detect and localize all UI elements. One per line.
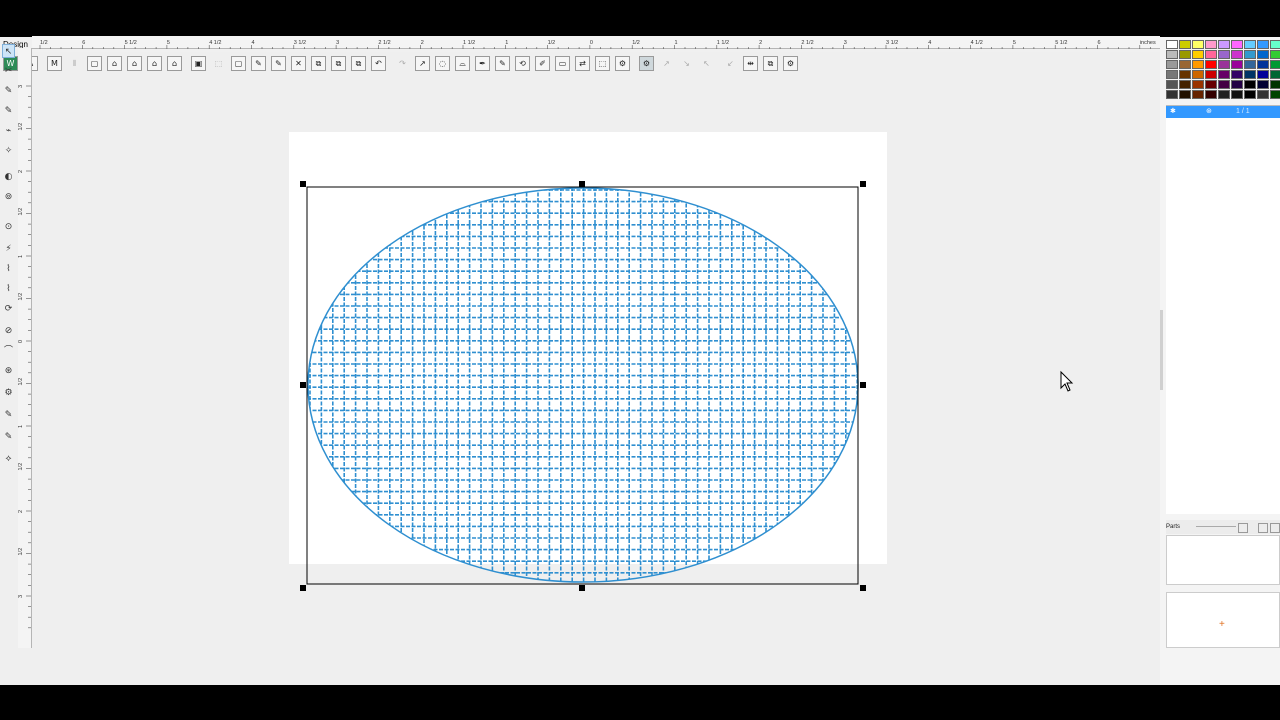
- design-canvas[interactable]: [0, 0, 1160, 685]
- resize-handle[interactable]: [860, 382, 866, 388]
- color-swatch[interactable]: [1166, 40, 1178, 49]
- resize-handle[interactable]: [860, 585, 866, 591]
- star-icon: ✱: [1170, 108, 1176, 115]
- parts-list: [1166, 535, 1280, 585]
- color-swatch[interactable]: [1166, 70, 1178, 79]
- color-swatch[interactable]: [1270, 50, 1280, 59]
- color-swatch[interactable]: [1205, 80, 1217, 89]
- color-swatch[interactable]: [1192, 60, 1204, 69]
- color-swatch[interactable]: [1179, 80, 1191, 89]
- color-swatch[interactable]: [1244, 50, 1256, 59]
- resize-handle[interactable]: [300, 181, 306, 187]
- color-swatch[interactable]: [1244, 80, 1256, 89]
- color-swatch[interactable]: [1179, 40, 1191, 49]
- color-swatch[interactable]: [1192, 50, 1204, 59]
- color-swatch[interactable]: [1192, 40, 1204, 49]
- resize-handle[interactable]: [300, 382, 306, 388]
- color-swatch[interactable]: [1166, 60, 1178, 69]
- color-swatch[interactable]: [1192, 90, 1204, 99]
- resize-handle[interactable]: [300, 585, 306, 591]
- color-swatch[interactable]: [1244, 60, 1256, 69]
- color-swatch[interactable]: [1244, 90, 1256, 99]
- color-swatch[interactable]: [1270, 70, 1280, 79]
- color-swatch[interactable]: [1231, 50, 1243, 59]
- resize-handle[interactable]: [860, 181, 866, 187]
- color-swatch[interactable]: [1244, 40, 1256, 49]
- color-swatch[interactable]: [1179, 60, 1191, 69]
- color-swatch[interactable]: [1218, 90, 1230, 99]
- design-preview: +: [1166, 592, 1280, 648]
- screen-bottom-bar: [0, 685, 1280, 720]
- preview-cursor-icon: +: [1219, 619, 1225, 630]
- color-palette: [1166, 40, 1280, 99]
- parts-sort-icon[interactable]: [1258, 523, 1268, 533]
- color-swatch[interactable]: [1218, 40, 1230, 49]
- resize-handle[interactable]: [579, 181, 585, 187]
- color-film-row[interactable]: ✱ ⊛ 1 / 1: [1166, 106, 1280, 118]
- color-swatch[interactable]: [1270, 60, 1280, 69]
- parts-header: Parts: [1166, 520, 1280, 534]
- layer-count: 1 / 1: [1236, 108, 1250, 115]
- mouse-cursor-icon: [1060, 370, 1074, 392]
- color-swatch[interactable]: [1231, 40, 1243, 49]
- color-swatch[interactable]: [1270, 90, 1280, 99]
- color-swatch[interactable]: [1257, 50, 1269, 59]
- color-swatch[interactable]: [1218, 70, 1230, 79]
- color-swatch[interactable]: [1205, 50, 1217, 59]
- parts-divider: [1196, 526, 1236, 527]
- color-swatch[interactable]: [1231, 80, 1243, 89]
- object-icon: ⊛: [1206, 108, 1212, 115]
- resize-handle[interactable]: [579, 585, 585, 591]
- color-swatch[interactable]: [1257, 70, 1269, 79]
- panel-splitter[interactable]: [1160, 310, 1163, 390]
- color-swatch[interactable]: [1257, 90, 1269, 99]
- color-swatch[interactable]: [1231, 90, 1243, 99]
- color-swatch[interactable]: [1179, 90, 1191, 99]
- color-swatch[interactable]: [1205, 70, 1217, 79]
- color-swatch[interactable]: [1179, 70, 1191, 79]
- color-swatch[interactable]: [1166, 50, 1178, 59]
- parts-label: Parts: [1166, 524, 1181, 530]
- color-swatch[interactable]: [1205, 40, 1217, 49]
- color-swatch[interactable]: [1218, 50, 1230, 59]
- color-swatch[interactable]: [1192, 70, 1204, 79]
- color-swatch[interactable]: [1257, 80, 1269, 89]
- color-swatch[interactable]: [1166, 90, 1178, 99]
- color-swatch[interactable]: [1257, 40, 1269, 49]
- color-swatch[interactable]: [1231, 70, 1243, 79]
- color-swatch[interactable]: [1166, 80, 1178, 89]
- color-swatch[interactable]: [1205, 90, 1217, 99]
- color-swatch[interactable]: [1192, 80, 1204, 89]
- color-swatch[interactable]: [1218, 60, 1230, 69]
- color-swatch[interactable]: [1179, 50, 1191, 59]
- color-swatch[interactable]: [1205, 60, 1217, 69]
- color-swatch[interactable]: [1218, 80, 1230, 89]
- parts-menu-icon[interactable]: [1270, 523, 1280, 533]
- color-swatch[interactable]: [1257, 60, 1269, 69]
- color-swatch[interactable]: [1270, 40, 1280, 49]
- color-swatch[interactable]: [1270, 80, 1280, 89]
- color-film-list: ✱ ⊛ 1 / 1: [1166, 105, 1280, 514]
- color-swatch[interactable]: [1231, 60, 1243, 69]
- parts-view-icon[interactable]: [1238, 523, 1248, 533]
- color-swatch[interactable]: [1244, 70, 1256, 79]
